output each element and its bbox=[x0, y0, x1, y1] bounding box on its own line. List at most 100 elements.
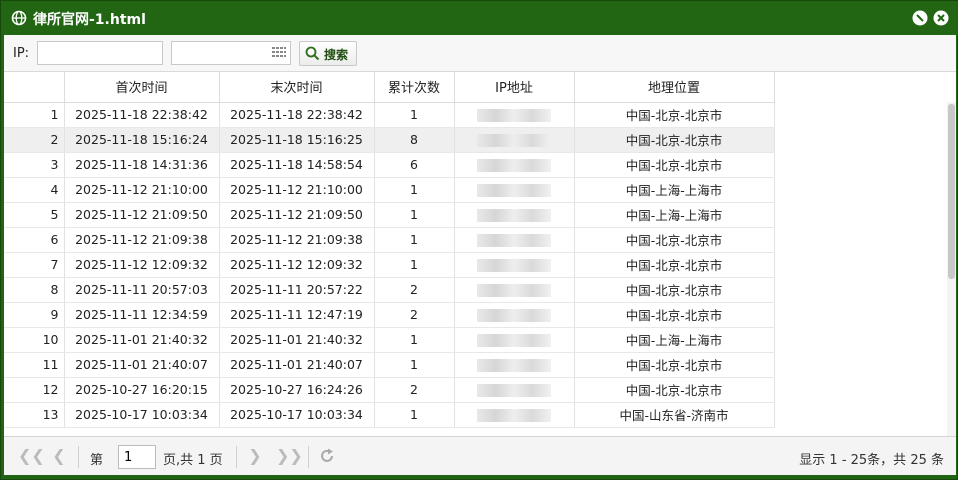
last-time-cell: 2025-11-12 21:10:00 bbox=[219, 177, 375, 203]
refresh-icon[interactable] bbox=[318, 447, 336, 465]
page-suffix-label: 页,共 1 页 bbox=[163, 453, 223, 468]
ip-cell bbox=[454, 177, 575, 203]
count-cell: 1 bbox=[374, 227, 455, 253]
ip-cell bbox=[454, 377, 575, 403]
table-row[interactable]: 7 2025-11-12 12:09:32 2025-11-12 12:09:32 1… bbox=[4, 252, 775, 278]
search-button-label: 搜索 bbox=[324, 48, 349, 62]
ip-input[interactable] bbox=[37, 41, 163, 65]
first-time-cell: 2025-11-18 15:16:24 bbox=[64, 127, 220, 153]
window-title: 律所官网-1.html bbox=[33, 12, 146, 28]
last-time-cell: 2025-10-27 16:24:26 bbox=[219, 377, 375, 403]
first-time-cell: 2025-11-18 14:31:36 bbox=[64, 152, 220, 178]
page-number-input[interactable] bbox=[118, 445, 156, 469]
first-time-cell: 2025-11-18 22:38:42 bbox=[64, 102, 220, 128]
redacted-ip bbox=[477, 234, 551, 247]
location-cell: 中国-上海-上海市 bbox=[574, 177, 775, 203]
column-header-location[interactable]: 地理位置 bbox=[574, 72, 775, 103]
column-header-count[interactable]: 累计次数 bbox=[374, 72, 455, 103]
globe-icon bbox=[11, 10, 27, 26]
last-time-cell: 2025-11-11 12:47:19 bbox=[219, 302, 375, 328]
table-row[interactable]: 13 2025-10-17 10:03:34 2025-10-17 10:03:34… bbox=[4, 402, 775, 428]
count-cell: 8 bbox=[374, 127, 455, 153]
ip-cell bbox=[454, 252, 575, 278]
column-header-last-time[interactable]: 末次时间 bbox=[219, 72, 375, 103]
first-time-cell: 2025-10-17 10:03:34 bbox=[64, 402, 220, 428]
first-page-icon[interactable]: ❮❮ bbox=[18, 447, 45, 465]
count-cell: 1 bbox=[374, 202, 455, 228]
pagination-bar: ❮❮ ❮ 第 页,共 1 页 ❯ ❯❯ 显示 1 - 25条，共 25 条 bbox=[4, 436, 956, 475]
redacted-ip bbox=[477, 359, 551, 372]
location-cell: 中国-北京-北京市 bbox=[574, 302, 775, 328]
last-page-icon[interactable]: ❯❯ bbox=[276, 447, 303, 465]
table-row[interactable]: 2 2025-11-18 15:16:24 2025-11-18 15:16:25 8… bbox=[4, 127, 775, 153]
last-time-cell: 2025-10-17 10:03:34 bbox=[219, 402, 375, 428]
count-cell: 2 bbox=[374, 377, 455, 403]
row-index: 4 bbox=[4, 177, 65, 203]
next-page-icon[interactable]: ❯ bbox=[246, 447, 264, 465]
redacted-ip bbox=[477, 409, 551, 422]
ip-cell bbox=[454, 202, 575, 228]
location-cell: 中国-北京-北京市 bbox=[574, 277, 775, 303]
row-index: 7 bbox=[4, 252, 65, 278]
ip-cell bbox=[454, 352, 575, 378]
vertical-scrollbar[interactable] bbox=[947, 102, 956, 436]
redacted-ip bbox=[477, 209, 551, 222]
column-header-index[interactable] bbox=[4, 72, 65, 103]
count-cell: 1 bbox=[374, 177, 455, 203]
table-row[interactable]: 10 2025-11-01 21:40:32 2025-11-01 21:40:32… bbox=[4, 327, 775, 353]
search-button[interactable]: 搜索 bbox=[299, 41, 357, 66]
prev-page-icon[interactable]: ❮ bbox=[50, 447, 68, 465]
pager-divider bbox=[236, 446, 237, 468]
ip-cell bbox=[454, 127, 575, 153]
location-cell: 中国-上海-上海市 bbox=[574, 327, 775, 353]
page-prefix-label: 第 bbox=[90, 453, 104, 468]
pagination-info: 显示 1 - 25条，共 25 条 bbox=[799, 453, 944, 468]
row-index: 11 bbox=[4, 352, 65, 378]
ip-cell bbox=[454, 102, 575, 128]
calendar-icon[interactable] bbox=[272, 46, 286, 60]
scrollbar-thumb[interactable] bbox=[948, 104, 955, 279]
row-index: 12 bbox=[4, 377, 65, 403]
table-header-row: 首次时间 末次时间 累计次数 IP地址 地理位置 bbox=[4, 72, 775, 103]
dialog-window: 律所官网-1.html IP: 搜索 首次时间 末次时间 累计次数 IP地址 地… bbox=[0, 0, 958, 480]
location-cell: 中国-北京-北京市 bbox=[574, 252, 775, 278]
column-header-first-time[interactable]: 首次时间 bbox=[64, 72, 220, 103]
close-icon[interactable] bbox=[933, 10, 949, 26]
first-time-cell: 2025-11-12 21:09:50 bbox=[64, 202, 220, 228]
visit-log-table: 首次时间 末次时间 累计次数 IP地址 地理位置 1 2025-11-18 22:… bbox=[4, 72, 956, 436]
location-cell: 中国-北京-北京市 bbox=[574, 227, 775, 253]
table-row[interactable]: 4 2025-11-12 21:10:00 2025-11-12 21:10:00 1… bbox=[4, 177, 775, 203]
redacted-ip bbox=[477, 284, 551, 297]
location-cell: 中国-上海-上海市 bbox=[574, 202, 775, 228]
table-row[interactable]: 5 2025-11-12 21:09:50 2025-11-12 21:09:50 1… bbox=[4, 202, 775, 228]
location-cell: 中国-北京-北京市 bbox=[574, 352, 775, 378]
redacted-ip bbox=[477, 309, 551, 322]
table-row[interactable]: 1 2025-11-18 22:38:42 2025-11-18 22:38:42 1… bbox=[4, 102, 775, 128]
pager-divider bbox=[308, 446, 309, 468]
count-cell: 6 bbox=[374, 152, 455, 178]
table-row[interactable]: 9 2025-11-11 12:34:59 2025-11-11 12:47:19 2… bbox=[4, 302, 775, 328]
redacted-ip bbox=[477, 159, 551, 172]
redacted-ip bbox=[477, 384, 551, 397]
search-icon bbox=[305, 46, 320, 61]
ip-cell bbox=[454, 402, 575, 428]
table-row[interactable]: 6 2025-11-12 21:09:38 2025-11-12 21:09:38 1… bbox=[4, 227, 775, 253]
first-time-cell: 2025-11-11 12:34:59 bbox=[64, 302, 220, 328]
table-row[interactable]: 11 2025-11-01 21:40:07 2025-11-01 21:40:07… bbox=[4, 352, 775, 378]
last-time-cell: 2025-11-12 12:09:32 bbox=[219, 252, 375, 278]
first-time-cell: 2025-11-01 21:40:32 bbox=[64, 327, 220, 353]
table-row[interactable]: 8 2025-11-11 20:57:03 2025-11-11 20:57:22 2… bbox=[4, 277, 775, 303]
minimize-icon[interactable] bbox=[912, 10, 928, 26]
table-row[interactable]: 12 2025-10-27 16:20:15 2025-10-27 16:24:26… bbox=[4, 377, 775, 403]
first-time-cell: 2025-10-27 16:20:15 bbox=[64, 377, 220, 403]
redacted-ip bbox=[477, 184, 551, 197]
first-time-cell: 2025-11-12 21:10:00 bbox=[64, 177, 220, 203]
location-cell: 中国-北京-北京市 bbox=[574, 127, 775, 153]
row-index: 2 bbox=[4, 127, 65, 153]
column-header-ip[interactable]: IP地址 bbox=[454, 72, 575, 103]
count-cell: 1 bbox=[374, 327, 455, 353]
row-index: 13 bbox=[4, 402, 65, 428]
last-time-cell: 2025-11-12 21:09:50 bbox=[219, 202, 375, 228]
title-bar[interactable]: 律所官网-1.html bbox=[1, 1, 958, 35]
table-row[interactable]: 3 2025-11-18 14:31:36 2025-11-18 14:58:54 6… bbox=[4, 152, 775, 178]
